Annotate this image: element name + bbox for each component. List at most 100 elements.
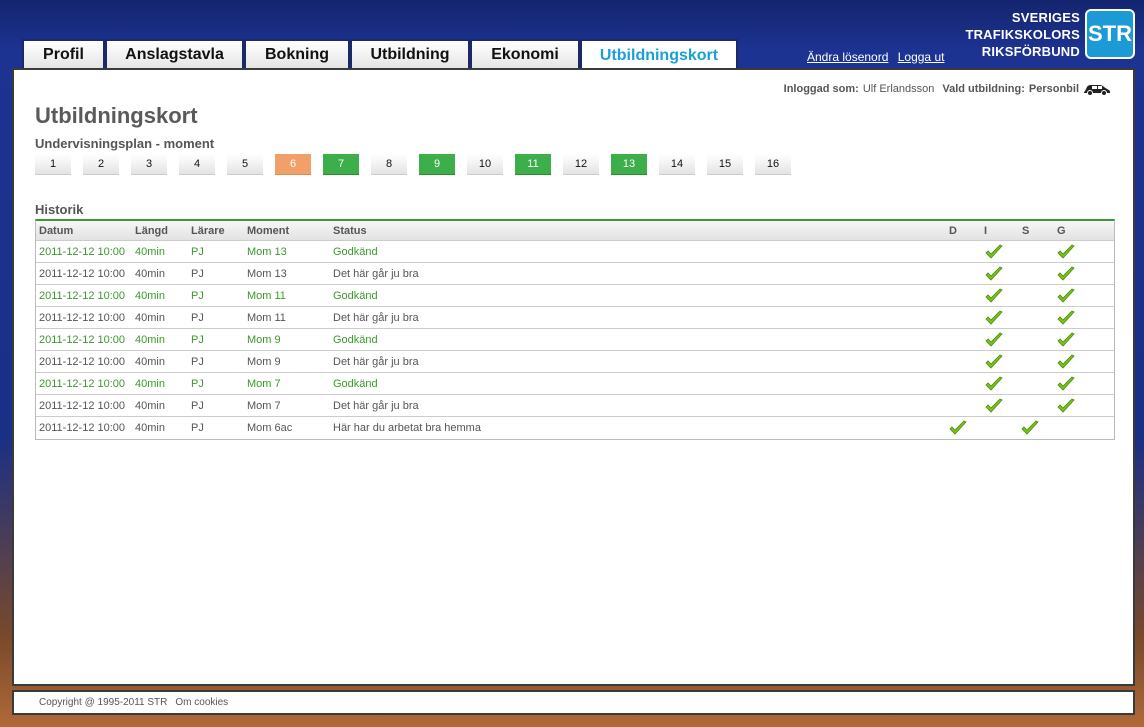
logged-in-user: Ulf Erlandsson xyxy=(862,83,935,95)
tab-bokning[interactable]: Bokning xyxy=(244,39,350,69)
brand-name: SVERIGES TRAFIKSKOLORS RIKSFÖRBUND xyxy=(950,9,1080,60)
check-icon xyxy=(1057,310,1075,329)
check-icon xyxy=(949,420,967,439)
tab-profil[interactable]: Profil xyxy=(22,39,105,69)
moments-subtitle: Undervisningsplan - moment xyxy=(35,136,215,151)
moment-button-6[interactable]: 6 xyxy=(275,154,311,175)
table-row: 2011-12-12 10:00 40min PJ Mom 11 Godkänd xyxy=(36,285,1114,307)
check-icon xyxy=(985,266,1003,285)
cell-moment: Mom 7 xyxy=(247,400,281,412)
tab-utbildning[interactable]: Utbildning xyxy=(350,39,470,69)
header-date: Datum xyxy=(39,225,74,237)
cell-length: 40min xyxy=(135,400,165,412)
cell-date: 2011-12-12 10:00 xyxy=(39,290,126,302)
footer: Copyright @ 1995-2011 STR Om cookies xyxy=(12,690,1135,715)
check-icon xyxy=(1057,354,1075,373)
logout-link[interactable]: Logga ut xyxy=(898,50,945,64)
cell-status: Det här går ju bra xyxy=(333,312,419,324)
moment-button-2[interactable]: 2 xyxy=(83,154,119,175)
cell-teacher: PJ xyxy=(191,422,204,434)
cell-teacher: PJ xyxy=(191,356,204,368)
cell-moment: Mom 6ac xyxy=(247,422,293,434)
page-title: Utbildningskort xyxy=(35,103,198,128)
cell-teacher: PJ xyxy=(191,268,204,280)
table-row: 2011-12-12 10:00 40min PJ Mom 11 Det här går… xyxy=(36,307,1114,329)
cell-status: Det här går ju bra xyxy=(333,268,419,280)
cookies-link[interactable]: Om cookies xyxy=(175,697,228,708)
check-icon xyxy=(1057,244,1075,263)
moment-button-8[interactable]: 8 xyxy=(371,154,407,175)
moment-button-15[interactable]: 15 xyxy=(707,154,743,175)
table-row: 2011-12-12 10:00 40min PJ Mom 7 Det här går … xyxy=(36,395,1114,417)
cell-moment: Mom 13 xyxy=(247,268,287,280)
header-teacher: Lärare xyxy=(191,225,225,237)
check-icon xyxy=(985,376,1003,395)
header-status: Status xyxy=(333,225,367,237)
cell-length: 40min xyxy=(135,268,165,280)
header-s: S xyxy=(1022,225,1030,237)
copyright-text: Copyright @ 1995-2011 STR xyxy=(39,697,168,708)
change-password-link[interactable]: Ändra lösenord xyxy=(807,50,888,64)
moment-button-12[interactable]: 12 xyxy=(563,154,599,175)
brand-line-3: RIKSFÖRBUND xyxy=(981,44,1080,59)
str-logo: STR xyxy=(1085,9,1135,59)
history-title: Historik xyxy=(35,202,84,217)
moment-button-13[interactable]: 13 xyxy=(611,154,647,175)
table-row: 2011-12-12 10:00 40min PJ Mom 13 Godkänd xyxy=(36,241,1114,263)
moment-button-7[interactable]: 7 xyxy=(323,154,359,175)
education-value: Personbil xyxy=(1028,83,1079,95)
moment-button-4[interactable]: 4 xyxy=(179,154,215,175)
check-icon xyxy=(985,354,1003,373)
cell-status: Godkänd xyxy=(333,246,378,258)
cell-length: 40min xyxy=(135,290,165,302)
top-links: Ändra lösenord Logga ut xyxy=(807,50,950,64)
header-i: I xyxy=(984,225,988,237)
brand-line-1: SVERIGES xyxy=(1011,10,1080,25)
cell-length: 40min xyxy=(135,312,165,324)
history-table-header: Datum Längd Lärare Moment Status D I S G xyxy=(36,221,1114,241)
moment-button-9[interactable]: 9 xyxy=(419,154,455,175)
moment-button-3[interactable]: 3 xyxy=(131,154,167,175)
cell-status: Godkänd xyxy=(333,378,378,390)
moment-button-5[interactable]: 5 xyxy=(227,154,263,175)
car-icon xyxy=(1084,85,1110,96)
cell-date: 2011-12-12 10:00 xyxy=(39,334,126,346)
moment-button-16[interactable]: 16 xyxy=(755,154,791,175)
check-icon xyxy=(985,310,1003,329)
table-row: 2011-12-12 10:00 40min PJ Mom 9 Det här går … xyxy=(36,351,1114,373)
table-row: 2011-12-12 10:00 40min PJ Mom 9 Godkänd xyxy=(36,329,1114,351)
cell-date: 2011-12-12 10:00 xyxy=(39,356,126,368)
moment-button-1[interactable]: 1 xyxy=(35,154,71,175)
cell-moment: Mom 9 xyxy=(247,356,281,368)
main-panel: Inloggad som: Ulf Erlandsson Vald utbild… xyxy=(12,68,1135,686)
check-icon xyxy=(985,244,1003,263)
cell-teacher: PJ xyxy=(191,246,204,258)
cell-date: 2011-12-12 10:00 xyxy=(39,378,126,390)
education-label: Vald utbildning: xyxy=(942,83,1025,95)
tab-ekonomi[interactable]: Ekonomi xyxy=(470,39,580,69)
cell-teacher: PJ xyxy=(191,400,204,412)
moment-button-14[interactable]: 14 xyxy=(659,154,695,175)
tab-anslagstavla[interactable]: Anslagstavla xyxy=(105,39,244,69)
cell-moment: Mom 11 xyxy=(247,312,286,324)
tab-utbildningskort[interactable]: Utbildningskort xyxy=(580,39,738,70)
cell-status: Det här går ju bra xyxy=(333,400,419,412)
cell-date: 2011-12-12 10:00 xyxy=(39,246,126,258)
cell-moment: Mom 11 xyxy=(247,290,286,302)
check-icon xyxy=(1057,266,1075,285)
logged-in-label: Inloggad som: xyxy=(783,83,859,95)
header-moment: Moment xyxy=(247,225,290,237)
moment-button-11[interactable]: 11 xyxy=(515,154,551,175)
cell-status: Det här går ju bra xyxy=(333,356,419,368)
cell-date: 2011-12-12 10:00 xyxy=(39,268,126,280)
cell-status: Godkänd xyxy=(333,290,378,302)
cell-date: 2011-12-12 10:00 xyxy=(39,312,126,324)
cell-teacher: PJ xyxy=(191,378,204,390)
moment-button-10[interactable]: 10 xyxy=(467,154,503,175)
cell-moment: Mom 7 xyxy=(247,378,281,390)
history-table-body: 2011-12-12 10:00 40min PJ Mom 13 Godkänd 2011… xyxy=(36,241,1114,439)
table-row: 2011-12-12 10:00 40min PJ Mom 13 Det här går… xyxy=(36,263,1114,285)
cell-teacher: PJ xyxy=(191,312,204,324)
table-row: 2011-12-12 10:00 40min PJ Mom 7 Godkänd xyxy=(36,373,1114,395)
cell-teacher: PJ xyxy=(191,334,204,346)
